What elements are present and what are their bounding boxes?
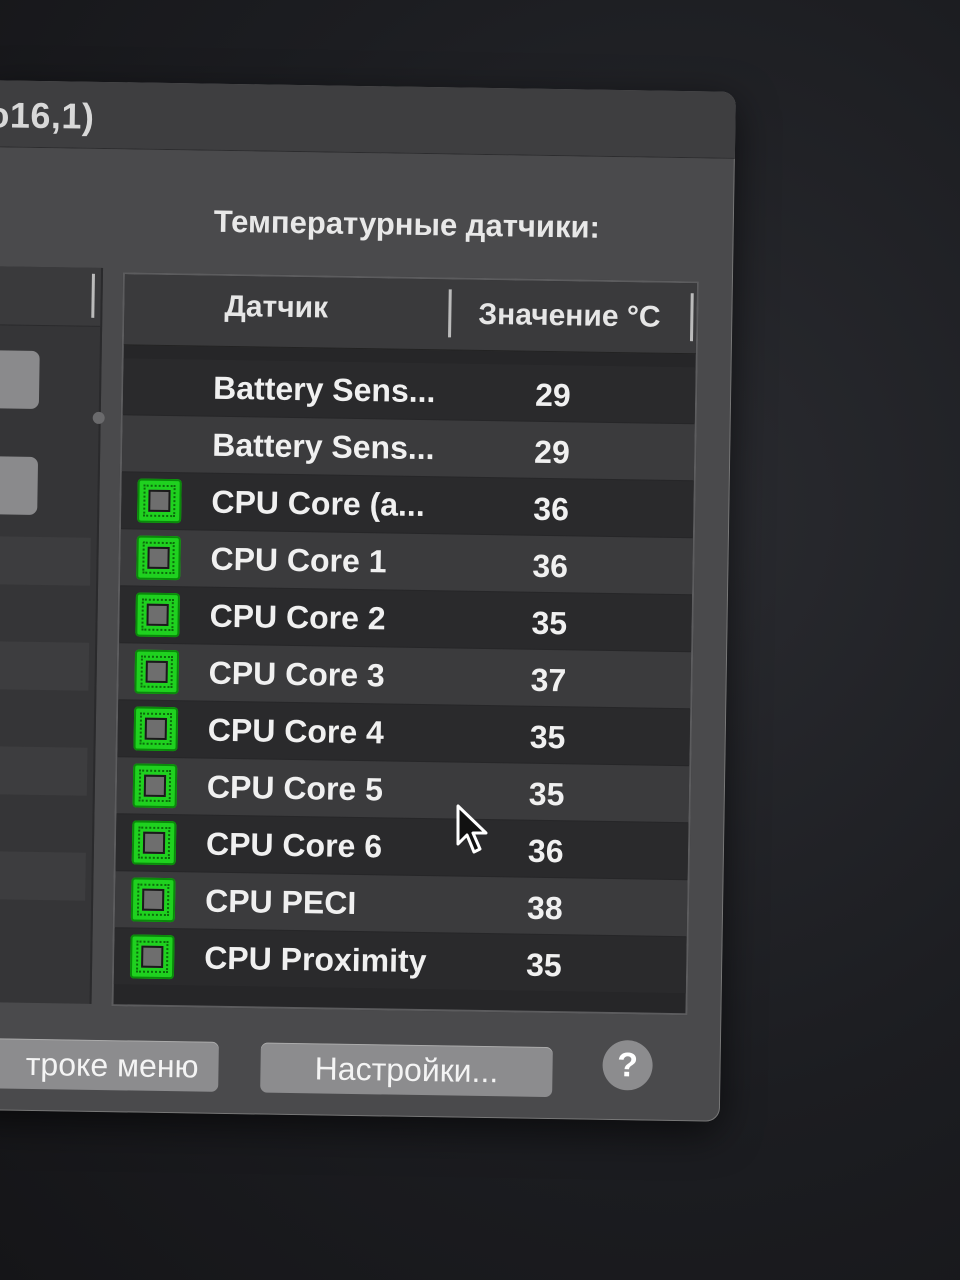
chip-pins xyxy=(137,826,171,860)
column-separator[interactable] xyxy=(448,289,452,338)
cpu-chip-icon xyxy=(137,478,182,524)
splitter-handle[interactable] xyxy=(92,411,105,424)
sensor-value: 36 xyxy=(533,490,570,528)
table-row[interactable]: CPU Core 1 36 xyxy=(120,529,693,595)
app-window: o16,1) Температурные датчики: Датчик Зна… xyxy=(0,80,736,1122)
table-row[interactable]: CPU Core 4 35 xyxy=(117,700,691,766)
left-list-row[interactable] xyxy=(0,535,91,586)
sensor-name: CPU Core 2 xyxy=(209,597,386,637)
chip-pins xyxy=(142,541,175,575)
sensor-name: CPU Core 6 xyxy=(205,825,383,865)
left-list-item[interactable] xyxy=(0,455,39,515)
show-in-menu-bar-button[interactable]: троке меню xyxy=(0,1037,219,1092)
left-list-row[interactable] xyxy=(0,745,88,796)
sensor-value: 35 xyxy=(529,718,566,756)
sensor-name: CPU Core (a... xyxy=(211,483,426,524)
table-row[interactable]: CPU Core 5 35 xyxy=(116,757,690,823)
sensor-value: 35 xyxy=(525,946,563,984)
table-row[interactable]: CPU PECI 38 xyxy=(114,871,688,937)
settings-button[interactable]: Настройки... xyxy=(260,1042,553,1098)
left-list-item[interactable] xyxy=(0,349,40,409)
column-header-sensor[interactable]: Датчик xyxy=(224,290,328,326)
table-row[interactable]: CPU Core 6 36 xyxy=(115,814,689,880)
table-row[interactable]: CPU Proximity 35 xyxy=(113,928,687,994)
window-title: o16,1) xyxy=(0,94,95,137)
table-header: Датчик Значение °C xyxy=(123,274,697,355)
left-list-header xyxy=(0,265,102,327)
chip-pins xyxy=(140,655,173,689)
sensor-value: 35 xyxy=(528,775,565,813)
sensor-name: CPU Core 1 xyxy=(210,540,387,580)
sensor-name: Battery Sens... xyxy=(212,426,435,467)
section-title: Температурные датчики: xyxy=(213,203,601,245)
table-row[interactable]: CPU Core (a... 36 xyxy=(120,472,694,538)
cpu-chip-icon xyxy=(129,934,175,980)
sensor-value: 36 xyxy=(532,547,569,585)
cpu-chip-icon xyxy=(136,535,181,581)
sensor-name: CPU Proximity xyxy=(203,939,427,980)
column-separator[interactable] xyxy=(91,273,95,318)
sensor-value: 36 xyxy=(527,832,564,870)
sensor-value: 29 xyxy=(533,433,571,471)
sensor-table: Датчик Значение °C Battery Sens... 29 Batt… xyxy=(111,272,699,1016)
title-bar: o16,1) xyxy=(0,80,736,159)
mouse-cursor-icon xyxy=(456,804,488,854)
cpu-chip-icon xyxy=(130,877,176,923)
sensor-value: 38 xyxy=(526,889,563,927)
left-list-row[interactable] xyxy=(0,640,90,691)
cpu-chip-icon xyxy=(135,592,180,638)
cpu-chip-icon xyxy=(133,706,179,752)
cpu-chip-icon xyxy=(131,820,177,866)
sensor-name: CPU Core 4 xyxy=(207,711,385,751)
sensor-name: Battery Sens... xyxy=(212,369,436,410)
table-row[interactable]: Battery Sens... 29 xyxy=(121,415,695,481)
sensor-value: 29 xyxy=(534,376,571,414)
chip-pins xyxy=(138,769,172,803)
table-row[interactable]: Battery Sens... 29 xyxy=(122,358,696,424)
sensor-value: 37 xyxy=(530,661,567,699)
chip-pins xyxy=(139,712,173,746)
cpu-chip-icon xyxy=(132,763,178,809)
chip-pins xyxy=(143,484,176,518)
chip-pins xyxy=(141,598,174,632)
chip-pins xyxy=(135,940,169,974)
sensor-name: CPU Core 5 xyxy=(206,768,384,808)
cpu-chip-icon xyxy=(134,649,180,695)
help-button[interactable]: ? xyxy=(602,1039,653,1091)
sensor-name: CPU Core 3 xyxy=(208,654,386,694)
chip-pins xyxy=(136,883,170,917)
left-list-panel[interactable] xyxy=(0,265,104,1004)
column-header-value[interactable]: Значение °C xyxy=(478,298,661,335)
sensor-value: 35 xyxy=(531,604,568,642)
table-row[interactable]: CPU Core 2 35 xyxy=(119,586,692,652)
table-row[interactable]: CPU Core 3 37 xyxy=(118,643,692,709)
left-list-row[interactable] xyxy=(0,850,86,901)
sensor-name: CPU PECI xyxy=(204,882,357,922)
column-separator[interactable] xyxy=(689,293,694,342)
